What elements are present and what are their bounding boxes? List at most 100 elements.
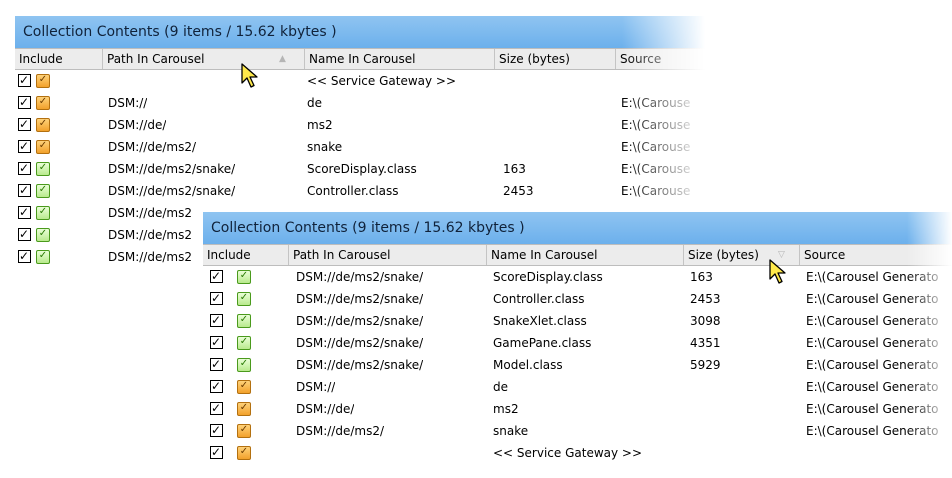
source-cell: E:\(Carousel Generato (806, 424, 939, 438)
file-check-icon: ✓ (239, 336, 249, 347)
include-checkbox[interactable]: ✓ (210, 423, 223, 437)
mouse-pointer-icon (769, 259, 786, 284)
class-file-icon: ✓ (36, 250, 50, 264)
size-cell: 163 (690, 270, 713, 284)
class-file-icon: ✓ (237, 292, 251, 306)
file-check-icon: ✓ (38, 228, 48, 239)
name-cell: ms2 (307, 118, 333, 132)
include-checkbox[interactable]: ✓ (210, 401, 223, 415)
table-row[interactable]: ✓ ✓ DSM://de/ms2/snake/ScoreDisplay.class 1… (15, 158, 705, 180)
source-cell: E:\(Carouse (621, 184, 691, 198)
path-cell: DSM://de/ms2/snake/ (296, 292, 424, 306)
path-cell: DSM://de/ms2/snake/ (296, 270, 424, 284)
include-checkbox[interactable]: ✓ (18, 139, 31, 153)
column-header-name[interactable]: Name In Carousel (305, 49, 495, 69)
size-cell: 163 (503, 162, 526, 176)
class-file-icon: ✓ (36, 162, 50, 176)
file-check-icon: ✓ (38, 96, 48, 107)
table-row[interactable]: ✓ ✓ DSM://de/ms2/snake E:\(Carouse (15, 136, 705, 158)
file-check-icon: ✓ (38, 140, 48, 151)
path-cell: DSM://de/ms2/snake/ (108, 162, 236, 176)
file-check-icon: ✓ (239, 314, 249, 325)
include-checkbox[interactable]: ✓ (210, 357, 223, 371)
directory-file-icon: ✓ (237, 446, 251, 460)
name-cell: de (493, 380, 508, 394)
column-header-path[interactable]: Path In Carousel (289, 245, 487, 265)
name-cell: ms2 (493, 402, 519, 416)
file-check-icon: ✓ (239, 402, 249, 413)
source-cell: E:\(Carouse (621, 162, 691, 176)
source-cell: E:\(Carousel Generato (806, 270, 939, 284)
class-file-icon: ✓ (237, 336, 251, 350)
checkmark-icon: ✓ (19, 161, 30, 175)
table-row[interactable]: ✓ ✓ DSM://de/ms2 E:\(Carouse (15, 114, 705, 136)
file-check-icon: ✓ (239, 446, 249, 457)
include-checkbox[interactable]: ✓ (18, 249, 31, 263)
include-checkbox[interactable]: ✓ (210, 445, 223, 459)
file-check-icon: ✓ (239, 292, 249, 303)
source-cell: E:\(Carousel Generato (806, 358, 939, 372)
directory-file-icon: ✓ (36, 74, 50, 88)
path-cell: DSM:// (108, 96, 148, 110)
name-cell: GamePane.class (493, 336, 592, 350)
include-checkbox[interactable]: ✓ (18, 95, 31, 109)
include-checkbox[interactable]: ✓ (18, 183, 31, 197)
file-check-icon: ✓ (239, 358, 249, 369)
include-checkbox[interactable]: ✓ (210, 291, 223, 305)
table-row[interactable]: ✓ ✓ DSM://de/ms2/snake/Controller.class 245… (15, 180, 705, 202)
table-row[interactable]: ✓ ✓ << Service Gateway >> (15, 70, 705, 92)
table-row[interactable]: ✓ ✓ DSM:// de E:\(Carouse (15, 92, 705, 114)
table-row[interactable]: ✓ ✓ DSM://de/ms2/snake/Model.class 5929 E:\(… (203, 354, 952, 376)
table-row[interactable]: ✓ ✓ DSM://de/ms2/snake/SnakeXlet.class 3098… (203, 310, 952, 332)
column-header-include[interactable]: Include (15, 49, 103, 69)
path-cell: DSM://de/ (296, 402, 355, 416)
name-cell: snake (307, 140, 343, 154)
column-header-size[interactable]: Size (bytes) (495, 49, 616, 69)
column-header-source[interactable]: Source (800, 245, 952, 265)
path-cell: DSM://de/ (108, 118, 167, 132)
include-checkbox[interactable]: ✓ (18, 117, 31, 131)
checkmark-icon: ✓ (211, 335, 222, 349)
include-checkbox[interactable]: ✓ (18, 73, 31, 87)
table-row[interactable]: ✓ ✓ DSM://de/ms2/snake/Controller.class 245… (203, 288, 952, 310)
path-cell: DSM://de/ms2 (108, 206, 192, 220)
name-cell: Controller.class (307, 184, 399, 198)
class-file-icon: ✓ (36, 228, 50, 242)
include-checkbox[interactable]: ✓ (210, 269, 223, 283)
path-cell: DSM://de/ms2/snake/ (296, 358, 424, 372)
include-checkbox[interactable]: ✓ (18, 227, 31, 241)
table-row[interactable]: ✓ ✓ << Service Gateway >> (203, 442, 952, 464)
sort-ascending-icon: ▲ (279, 54, 286, 64)
name-cell: Model.class (493, 358, 563, 372)
table-row[interactable]: ✓ ✓ DSM:// de E:\(Carousel Generato (203, 376, 952, 398)
include-checkbox[interactable]: ✓ (210, 379, 223, 393)
checkmark-icon: ✓ (211, 445, 222, 459)
table-row[interactable]: ✓ ✓ DSM://de/ms2/snake/ScoreDisplay.class 1… (203, 266, 952, 288)
table-row[interactable]: ✓ ✓ DSM://de/ms2/snake E:\(Carousel Generat… (203, 420, 952, 442)
column-header-source[interactable]: Source (616, 49, 705, 69)
include-checkbox[interactable]: ✓ (18, 205, 31, 219)
source-cell: E:\(Carousel Generato (806, 314, 939, 328)
column-header-path[interactable]: Path In Carousel (103, 49, 305, 69)
table-row[interactable]: ✓ ✓ DSM://de/ms2/snake/GamePane.class 4351 E… (203, 332, 952, 354)
source-cell: E:\(Carousel Generato (806, 380, 939, 394)
table-row[interactable]: ✓ ✓ DSM://de/ms2 E:\(Carousel Generato (203, 398, 952, 420)
column-header-include[interactable]: Include (203, 245, 289, 265)
directory-file-icon: ✓ (36, 96, 50, 110)
path-cell: DSM:// (296, 380, 336, 394)
path-cell: DSM://de/ms2 (108, 228, 192, 242)
checkmark-icon: ✓ (211, 313, 222, 327)
file-check-icon: ✓ (38, 74, 48, 85)
include-checkbox[interactable]: ✓ (210, 313, 223, 327)
column-header-name[interactable]: Name In Carousel (487, 245, 684, 265)
name-cell: snake (493, 424, 529, 438)
source-cell: E:\(Carousel Generato (806, 292, 939, 306)
include-checkbox[interactable]: ✓ (210, 335, 223, 349)
path-cell: DSM://de/ms2 (108, 250, 192, 264)
mouse-pointer-icon (241, 63, 258, 88)
class-file-icon: ✓ (36, 184, 50, 198)
include-checkbox[interactable]: ✓ (18, 161, 31, 175)
table-body: ✓ ✓ DSM://de/ms2/snake/ScoreDisplay.class 1… (203, 266, 952, 464)
source-cell: E:\(Carousel Generato (806, 402, 939, 416)
class-file-icon: ✓ (237, 358, 251, 372)
